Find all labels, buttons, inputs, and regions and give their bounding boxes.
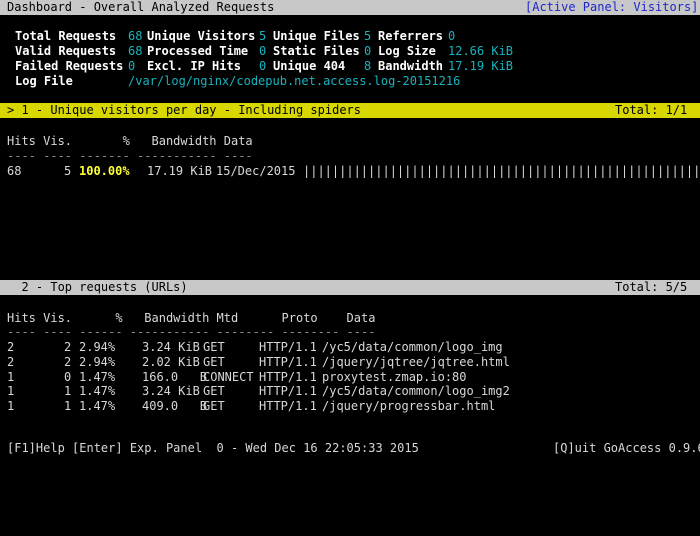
request-url: /yc5/data/common/logo_img [322,340,503,354]
processed-time-value: 0 [259,44,267,58]
dashboard-title: Dashboard - Overall Analyzed Requests [7,0,275,14]
help-hint[interactable]: [F1]Help [Enter] Exp. Panel 0 - Wed Dec … [7,441,419,456]
request-method: GET [203,355,225,369]
static-files-label: Static Files [273,44,360,58]
request-bandwidth: 166.0 B [142,370,208,384]
log-file-path: /var/log/nginx/codepub.net.access.log-20… [128,74,461,88]
panel-requests-separator: ---- ---- ------ ----------- -------- --… [0,325,700,340]
request-method: GET [203,384,225,398]
request-method: GET [203,399,225,413]
visitor-percent: 100.00% [79,164,130,178]
static-files-value: 0 [364,44,372,58]
panel-requests-title: 2 - Top requests (URLs) [7,280,188,294]
visitors-column-headers: Hits Vis. % Bandwidth Data [7,134,253,148]
unique-404-value: 8 [364,59,372,73]
request-url: proxytest.zmap.io:80 [322,370,467,384]
unique-visitors-value: 5 [259,29,267,43]
visitor-date: 15/Dec/2015 [216,164,296,178]
failed-requests-value: 0 [128,59,136,73]
stats-row-4: Log File /var/log/nginx/codepub.net.acce… [0,74,700,89]
stats-row-1: Total Requests 68 Unique Visitors 5 Uniq… [0,29,700,44]
request-hits: 2 [7,355,15,369]
request-bandwidth: 2.02 KiB [142,355,200,369]
total-requests-label: Total Requests [15,29,117,43]
request-vis: 0 [64,370,72,384]
request-bandwidth: 409.0 B [142,399,208,413]
request-bandwidth: 3.24 KiB [142,340,200,354]
referrers-value: 0 [448,29,456,43]
unique-files-value: 5 [364,29,372,43]
request-protocol: HTTP/1.1 [259,370,317,384]
request-bandwidth: 3.24 KiB [142,384,200,398]
visitor-hits-bar: ||||||||||||||||||||||||||||||||||||||||… [303,164,700,178]
panel-visitors-separator: ---- ---- ------- ----------- ---- [0,149,700,164]
valid-requests-label: Valid Requests [15,44,117,58]
request-url: /jquery/jqtree/jqtree.html [322,355,510,369]
request-vis: 2 [64,340,72,354]
total-requests-value: 68 [128,29,143,43]
request-hits: 1 [7,384,15,398]
unique-visitors-label: Unique Visitors [147,29,256,43]
bandwidth-label: Bandwidth [378,59,444,73]
stats-row-2: Valid Requests 68 Processed Time 0 Stati… [0,44,700,59]
goaccess-terminal: Dashboard - Overall Analyzed Requests [A… [0,0,700,458]
log-file-label: Log File [15,74,73,88]
unique-files-label: Unique Files [273,29,360,43]
requests-column-headers: Hits Vis. % Bandwidth Mtd Proto Data [7,311,376,325]
request-protocol: HTTP/1.1 [259,399,317,413]
excl-ip-hits-value: 0 [259,59,267,73]
bandwidth-value: 17.19 KiB [448,59,514,73]
request-percent: 1.47% [79,384,116,398]
active-panel-indicator: [Active Panel: Visitors] [525,0,699,14]
valid-requests-value: 68 [128,44,143,58]
request-protocol: HTTP/1.1 [259,384,317,398]
visitor-row[interactable]: 68 5 100.00% 17.19 KiB 15/Dec/2015 |||||… [0,164,700,179]
request-vis: 2 [64,355,72,369]
panel-visitors-columns: Hits Vis. % Bandwidth Data [0,134,700,149]
referrers-label: Referrers [378,29,444,43]
request-method: GET [203,340,225,354]
status-bar: [F1]Help [Enter] Exp. Panel 0 - Wed Dec … [0,441,700,456]
request-percent: 1.47% [79,399,116,413]
visitor-bandwidth: 17.19 KiB [147,164,213,178]
panel-visitors-total: Total: 1/1 [615,103,688,117]
request-row[interactable]: 2 2 2.94% 2.02 KiB GET HTTP/1.1 /jquery/… [0,355,700,370]
panel-requests-columns: Hits Vis. % Bandwidth Mtd Proto Data [0,311,700,326]
unique-404-label: Unique 404 [273,59,346,73]
request-url: /jquery/progressbar.html [322,399,496,413]
request-vis: 1 [64,399,72,413]
request-url: /yc5/data/common/logo_img2 [322,384,510,398]
request-percent: 2.94% [79,340,116,354]
request-hits: 2 [7,340,15,354]
request-method: CONNECT [203,370,254,384]
visitor-vis: 5 [64,164,72,178]
excl-ip-hits-label: Excl. IP Hits [147,59,241,73]
request-percent: 2.94% [79,355,116,369]
dashboard-title-bar: Dashboard - Overall Analyzed Requests [A… [0,0,700,15]
request-hits: 1 [7,370,15,384]
log-size-value: 12.66 KiB [448,44,514,58]
request-hits: 1 [7,399,15,413]
visitor-hits: 68 [7,164,22,178]
panel-visitors-header[interactable]: > 1 - Unique visitors per day - Includin… [0,103,700,118]
request-row[interactable]: 2 2 2.94% 3.24 KiB GET HTTP/1.1 /yc5/dat… [0,340,700,355]
processed-time-label: Processed Time [147,44,249,58]
request-protocol: HTTP/1.1 [259,340,317,354]
failed-requests-label: Failed Requests [15,59,124,73]
stats-row-3: Failed Requests 0 Excl. IP Hits 0 Unique… [0,59,700,74]
panel-visitors-title: > 1 - Unique visitors per day - Includin… [7,103,362,117]
request-vis: 1 [64,384,72,398]
request-protocol: HTTP/1.1 [259,355,317,369]
request-row[interactable]: 1 1 1.47% 3.24 KiB GET HTTP/1.1 /yc5/dat… [0,384,700,399]
panel-requests-header[interactable]: 2 - Top requests (URLs) Total: 5/5 [0,280,700,295]
requests-column-separator: ---- ---- ------ ----------- -------- --… [7,325,376,339]
panel-requests-total: Total: 5/5 [615,280,688,294]
request-row[interactable]: 1 0 1.47% 166.0 B CONNECT HTTP/1.1 proxy… [0,370,700,385]
quit-hint[interactable]: [Q]uit GoAccess 0.9.6 [553,441,700,456]
log-size-label: Log Size [378,44,436,58]
visitors-column-separator: ---- ---- ------- ----------- ---- [7,149,253,163]
request-percent: 1.47% [79,370,116,384]
request-row[interactable]: 1 1 1.47% 409.0 B GET HTTP/1.1 /jquery/p… [0,399,700,414]
